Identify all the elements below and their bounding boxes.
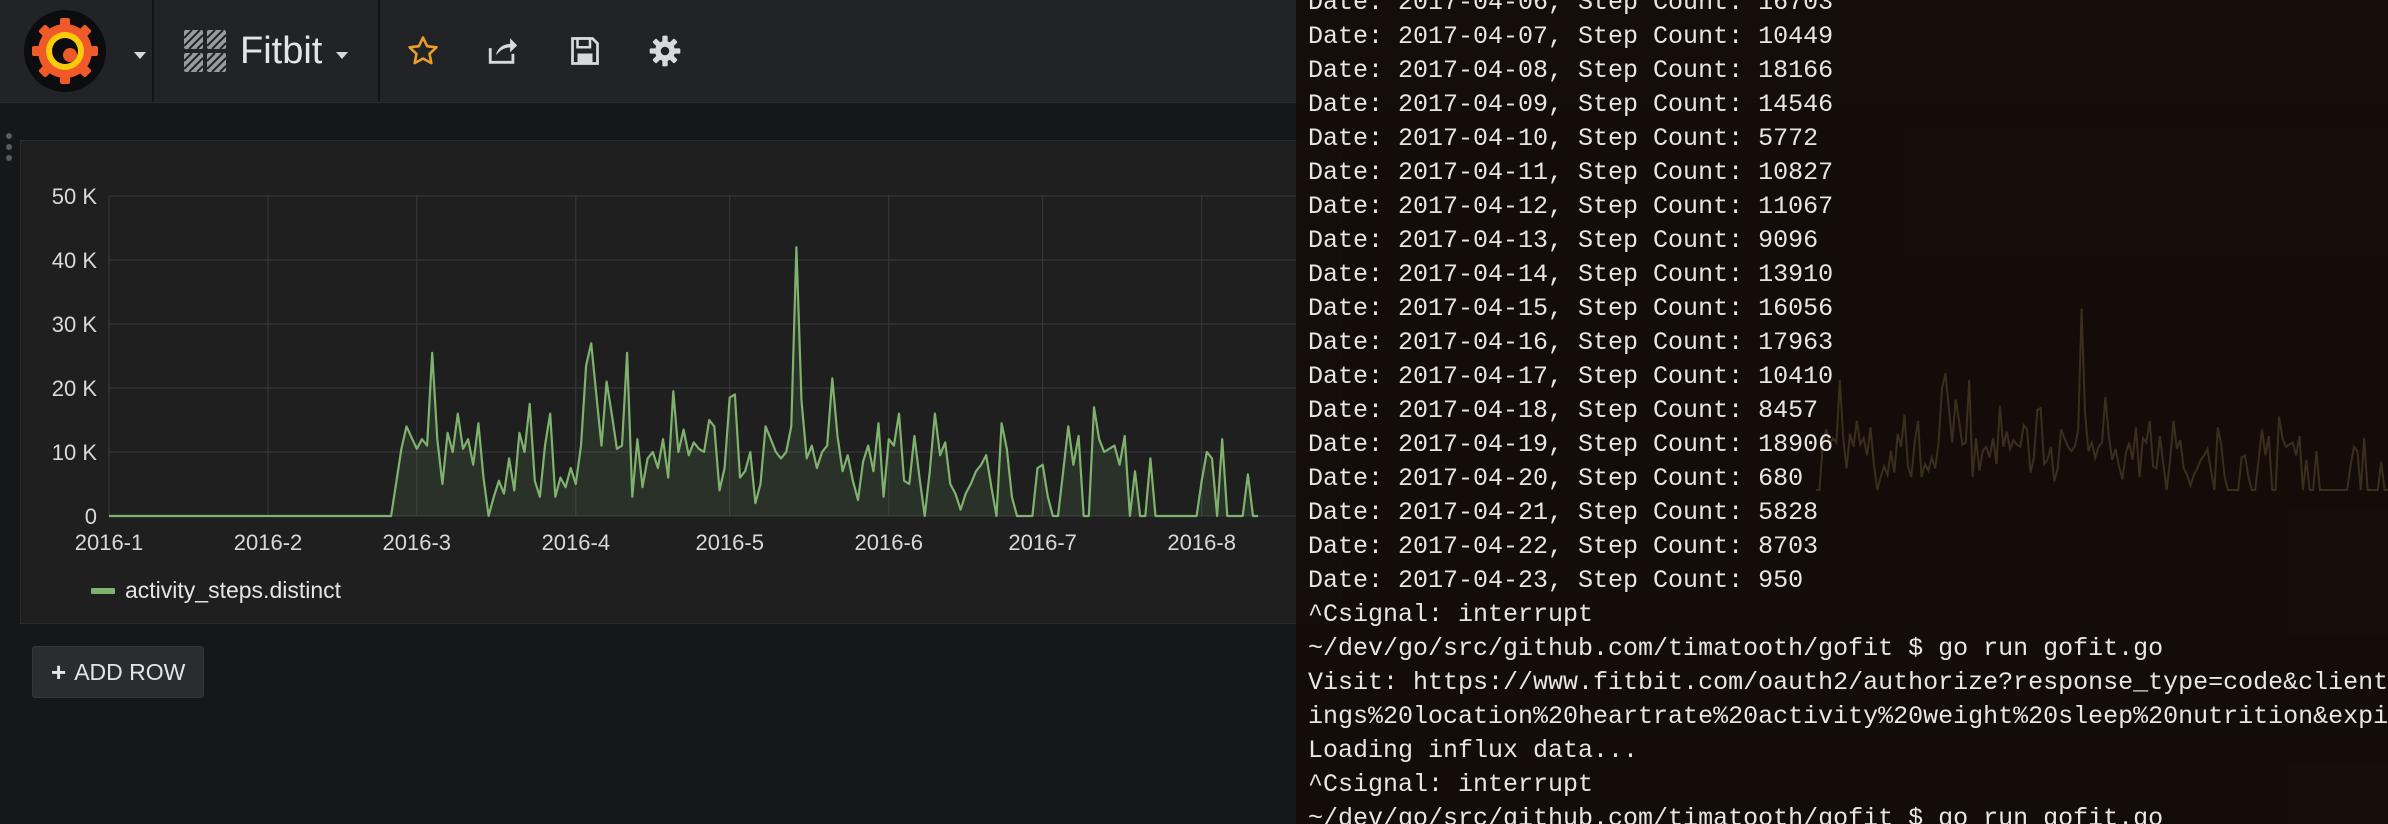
- terminal-line: Date: 2017-04-15, Step Count: 16056: [1308, 294, 1834, 323]
- terminal-line: Date: 2017-04-13, Step Count: 9096: [1308, 226, 1819, 255]
- terminal-line: ~/dev/go/src/github.com/timatooth/gofit …: [1308, 804, 2164, 824]
- x-tick-label: 2016-5: [695, 530, 764, 555]
- legend-series-label[interactable]: activity_steps.distinct: [125, 577, 341, 604]
- dashboard-settings-button[interactable]: [644, 30, 686, 72]
- x-tick-label: 2016-2: [234, 530, 303, 555]
- y-tick-label: 0: [85, 504, 97, 529]
- terminal-line: Date: 2017-04-19, Step Count: 18906: [1308, 430, 1834, 459]
- dashboard-title-button[interactable]: Fitbit: [184, 22, 349, 80]
- x-tick-label: 2016-3: [383, 530, 452, 555]
- terminal-line: Loading influx data...: [1308, 736, 1639, 765]
- dashboard-grid-icon: [184, 30, 226, 72]
- terminal-line: Date: 2017-04-23, Step Count: 950: [1308, 566, 1804, 595]
- terminal-line: Date: 2017-04-14, Step Count: 13910: [1308, 260, 1834, 289]
- terminal-line: Date: 2017-04-11, Step Count: 10827: [1308, 158, 1834, 187]
- y-tick-label: 20 K: [52, 376, 98, 401]
- terminal-line: Date: 2017-04-16, Step Count: 17963: [1308, 328, 1834, 357]
- terminal-line: Date: 2017-04-20, Step Count: 680: [1308, 464, 1804, 493]
- chevron-down-icon: [336, 51, 349, 59]
- terminal-line: Date: 2017-04-07, Step Count: 10449: [1308, 22, 1834, 51]
- star-icon: [408, 36, 438, 65]
- terminal-line: Date: 2017-04-06, Step Count: 16703: [1308, 0, 1834, 17]
- terminal-output: Date: 2017-04-06, Step Count: 16703 Date:…: [1308, 0, 2388, 824]
- save-dashboard-button[interactable]: [564, 30, 606, 72]
- terminal-line: ^Csignal: interrupt: [1308, 770, 1594, 799]
- star-dashboard-button[interactable]: [402, 30, 444, 72]
- x-tick-label: 2016-4: [542, 530, 611, 555]
- add-row-button[interactable]: + ADD ROW: [32, 646, 205, 698]
- share-icon: [488, 38, 518, 64]
- chart-legend: activity_steps.distinct: [91, 577, 341, 604]
- terminal-line: Date: 2017-04-09, Step Count: 14546: [1308, 90, 1834, 119]
- share-dashboard-button[interactable]: [482, 30, 524, 72]
- terminal-line: Date: 2017-04-18, Step Count: 8457: [1308, 396, 1819, 425]
- terminal-line: Date: 2017-04-21, Step Count: 5828: [1308, 498, 1819, 527]
- plus-icon: +: [51, 656, 67, 687]
- y-tick-label: 10 K: [52, 440, 98, 465]
- dashboard-title: Fitbit: [240, 29, 323, 72]
- save-icon: [571, 37, 599, 65]
- add-row-label: ADD ROW: [74, 658, 186, 685]
- terminal-line: ~/dev/go/src/github.com/timatooth/gofit …: [1308, 634, 2164, 663]
- terminal-line: Visit: https://www.fitbit.com/oauth2/aut…: [1308, 668, 2388, 697]
- x-tick-label: 2016-6: [855, 530, 924, 555]
- terminal-window[interactable]: Date: 2017-04-06, Step Count: 16703 Date:…: [1296, 0, 2388, 824]
- grafana-logo-icon: [24, 10, 106, 92]
- graph-panel: 0 10 K 20 K 30 K 40 K 50 K 2016-1 2016-2 2016-3 2…: [20, 140, 1342, 624]
- terminal-line: ings%20location%20heartrate%20activity%2…: [1308, 702, 2388, 731]
- grafana-logo-menu[interactable]: [24, 10, 152, 92]
- row-drag-handle[interactable]: [4, 132, 14, 166]
- terminal-line: Date: 2017-04-12, Step Count: 11067: [1308, 192, 1834, 221]
- terminal-line: Date: 2017-04-10, Step Count: 5772: [1308, 124, 1819, 153]
- terminal-line: Date: 2017-04-17, Step Count: 10410: [1308, 362, 1834, 391]
- chevron-down-icon: [134, 52, 146, 59]
- y-tick-label: 30 K: [52, 312, 98, 337]
- navbar-divider: [378, 0, 380, 102]
- gear-icon: [649, 35, 681, 67]
- x-tick-label: 2016-1: [75, 530, 144, 555]
- y-tick-label: 50 K: [52, 184, 98, 209]
- x-tick-label: 2016-7: [1008, 530, 1077, 555]
- y-tick-label: 40 K: [52, 248, 98, 273]
- terminal-line: Date: 2017-04-08, Step Count: 18166: [1308, 56, 1834, 85]
- navbar-divider: [152, 0, 154, 102]
- terminal-line: Date: 2017-04-22, Step Count: 8703: [1308, 532, 1819, 561]
- terminal-line: ^Csignal: interrupt: [1308, 600, 1594, 629]
- legend-swatch: [91, 587, 115, 594]
- step-count-chart: 0 10 K 20 K 30 K 40 K 50 K 2016-1 2016-2 2016-3 2…: [52, 184, 1341, 555]
- series-area: [109, 247, 1259, 516]
- x-tick-label: 2016-8: [1167, 530, 1236, 555]
